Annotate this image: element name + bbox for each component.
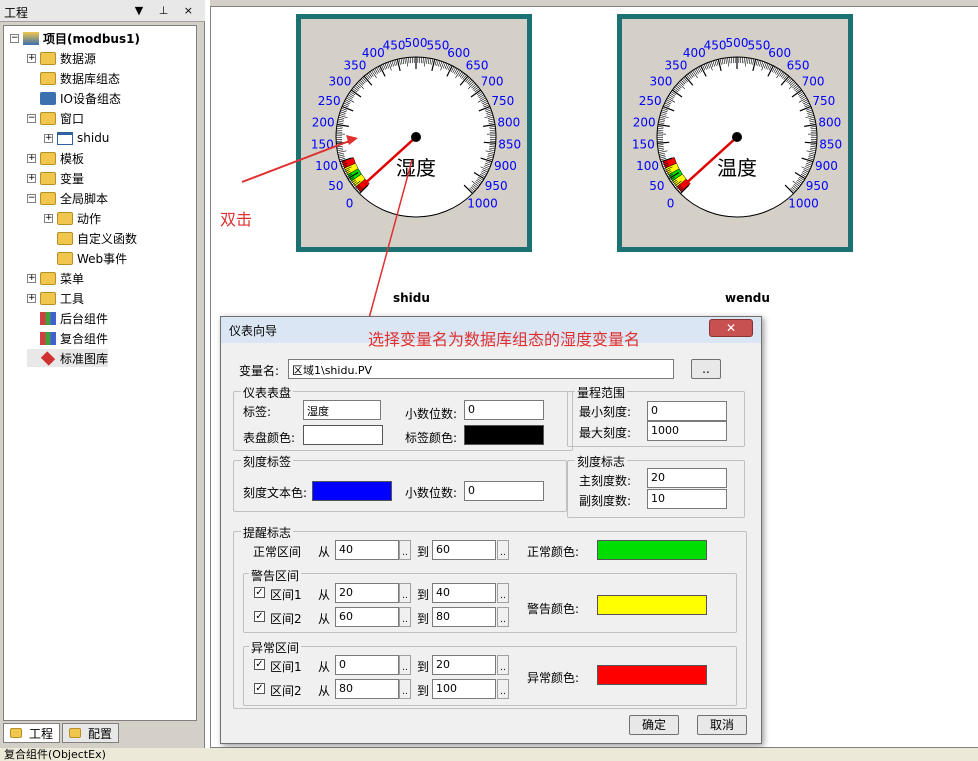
- ok-button[interactable]: 确定: [629, 715, 679, 735]
- warn2-to-browse[interactable]: ..: [497, 607, 509, 627]
- warn2-to-input[interactable]: 80: [432, 607, 496, 627]
- var-name-label: 变量名:: [239, 364, 280, 378]
- normal-color-label: 正常颜色:: [527, 545, 580, 559]
- err2-from-label: 从: [318, 684, 331, 698]
- normal-to-browse[interactable]: ..: [497, 540, 509, 560]
- var-browse-button[interactable]: ..: [691, 359, 721, 379]
- dialog-title: 仪表向导: [229, 324, 278, 338]
- warn2-checkbox[interactable]: ✓: [254, 611, 265, 622]
- normal-from-input[interactable]: 40: [335, 540, 399, 560]
- minor-ticks-label: 副刻度数:: [579, 494, 632, 508]
- warn1-checkbox[interactable]: ✓: [254, 587, 265, 598]
- err1-from-browse[interactable]: ..: [399, 655, 411, 675]
- warn1-from-label: 从: [318, 588, 331, 602]
- tick-text-color-swatch[interactable]: [312, 481, 392, 501]
- group-dial-title: 仪表表盘: [241, 384, 294, 401]
- group-scale-mark-title: 刻度标志: [575, 453, 628, 470]
- warn-title: 警告区间: [249, 567, 302, 584]
- warn2-to-label: 到: [417, 612, 430, 626]
- dial-color-swatch[interactable]: [303, 425, 383, 445]
- warn-color-label: 警告颜色:: [527, 602, 580, 616]
- error-title: 异常区间: [249, 639, 302, 656]
- warn1-to-input[interactable]: 40: [432, 583, 496, 603]
- err-color-swatch[interactable]: [597, 665, 707, 685]
- normal-to-input[interactable]: 60: [432, 540, 496, 560]
- warn1-to-browse[interactable]: ..: [497, 583, 509, 603]
- tick-decimals-label: 小数位数:: [405, 486, 458, 500]
- warn1-label: 区间1: [270, 588, 302, 602]
- group-range-title: 量程范围: [575, 384, 628, 401]
- status-bar: 复合组件(ObjectEx): [0, 748, 978, 761]
- warn2-from-browse[interactable]: ..: [399, 607, 411, 627]
- warn1-to-label: 到: [417, 588, 430, 602]
- tick-decimals-input[interactable]: 0: [464, 481, 544, 501]
- err1-to-label: 到: [417, 660, 430, 674]
- tick-text-color-label: 刻度文本色:: [243, 486, 308, 500]
- label-color-label: 标签颜色:: [405, 431, 458, 445]
- err2-to-browse[interactable]: ..: [497, 679, 509, 699]
- err1-from-label: 从: [318, 660, 331, 674]
- major-ticks-label: 主刻度数:: [579, 474, 632, 488]
- range-min-label: 最小刻度:: [579, 405, 632, 419]
- dial-decimals-label: 小数位数:: [405, 407, 458, 421]
- range-max-label: 最大刻度:: [579, 426, 632, 440]
- gauge-wizard-dialog: 仪表向导 ✕ 变量名: 区域1\shidu.PV .. 仪表表盘 标签: 湿度 …: [220, 316, 762, 744]
- normal-to-label: 到: [417, 545, 430, 559]
- range-max-input[interactable]: 1000: [647, 421, 727, 441]
- var-name-input[interactable]: 区域1\shidu.PV: [288, 359, 674, 379]
- range-min-input[interactable]: 0: [647, 401, 727, 421]
- err2-from-input[interactable]: 80: [335, 679, 399, 699]
- err1-label: 区间1: [270, 660, 302, 674]
- err2-checkbox[interactable]: ✓: [254, 683, 265, 694]
- dial-color-label: 表盘颜色:: [243, 431, 296, 445]
- warn2-from-label: 从: [318, 612, 331, 626]
- err1-from-input[interactable]: 0: [335, 655, 399, 675]
- err2-to-input[interactable]: 100: [432, 679, 496, 699]
- group-alarm-title: 提醒标志: [241, 524, 294, 541]
- dial-label-label: 标签:: [243, 405, 272, 419]
- annotation-dblclick: 双击: [220, 210, 253, 229]
- dial-label-input[interactable]: 湿度: [303, 400, 381, 420]
- err2-to-label: 到: [417, 684, 430, 698]
- close-button[interactable]: ✕: [709, 319, 753, 337]
- err2-label: 区间2: [270, 684, 302, 698]
- err1-to-browse[interactable]: ..: [497, 655, 509, 675]
- arrow-dblclick: [241, 139, 353, 183]
- warn1-from-input[interactable]: 20: [335, 583, 399, 603]
- arrow-head-dblclick: [346, 135, 358, 145]
- label-color-swatch[interactable]: [464, 425, 544, 445]
- warn2-from-input[interactable]: 60: [335, 607, 399, 627]
- warn-color-swatch[interactable]: [597, 595, 707, 615]
- err-color-label: 异常颜色:: [527, 671, 580, 685]
- err1-checkbox[interactable]: ✓: [254, 659, 265, 670]
- normal-color-swatch[interactable]: [597, 540, 707, 560]
- cancel-button[interactable]: 取消: [697, 715, 747, 735]
- warn1-from-browse[interactable]: ..: [399, 583, 411, 603]
- err1-to-input[interactable]: 20: [432, 655, 496, 675]
- annotation-select-var: 选择变量名为数据库组态的湿度变量名: [368, 330, 641, 349]
- normal-from-browse[interactable]: ..: [399, 540, 411, 560]
- normal-range-label: 正常区间: [253, 545, 302, 559]
- major-ticks-input[interactable]: 20: [647, 468, 727, 488]
- warn2-label: 区间2: [270, 612, 302, 626]
- normal-from-label: 从: [318, 545, 331, 559]
- dial-decimals-input[interactable]: 0: [464, 400, 544, 420]
- minor-ticks-input[interactable]: 10: [647, 489, 727, 509]
- err2-from-browse[interactable]: ..: [399, 679, 411, 699]
- group-scale-label-title: 刻度标签: [241, 453, 294, 470]
